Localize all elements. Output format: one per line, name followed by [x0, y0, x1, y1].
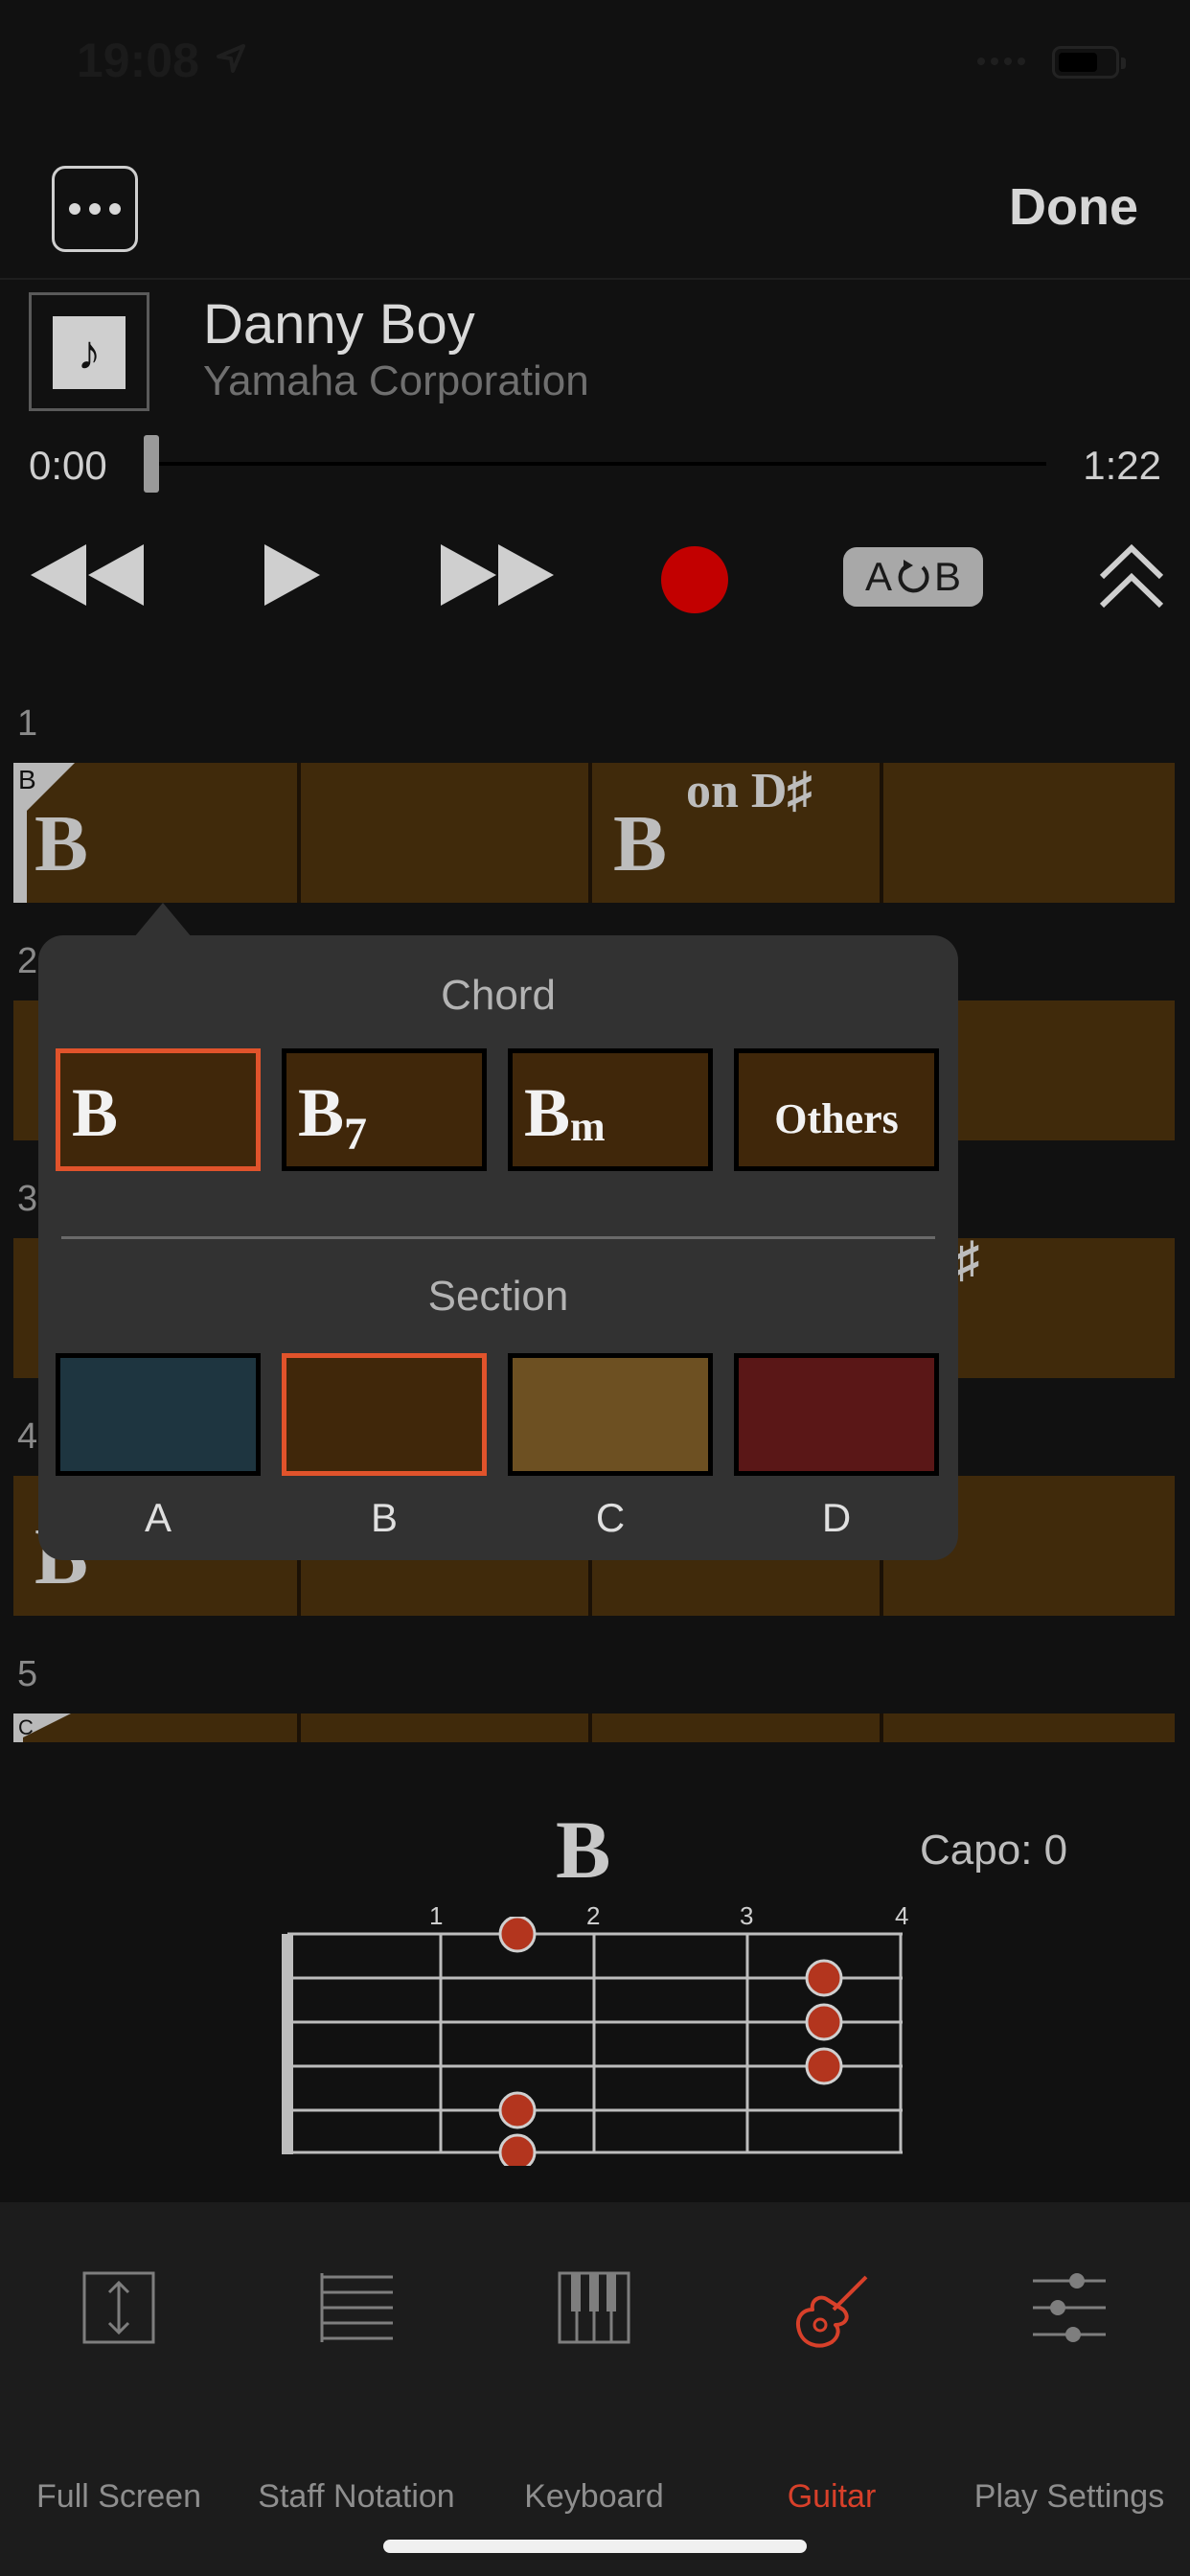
section-label: C — [595, 1495, 626, 1540]
chord-section-popover: Chord B B7 Bm Others Section A B C D — [38, 935, 958, 1560]
tab-play-settings[interactable]: Play Settings — [950, 2271, 1188, 2516]
fast-forward-button[interactable] — [441, 537, 556, 613]
row-number: 5 — [17, 1654, 38, 1694]
section-label: D — [821, 1495, 852, 1540]
song-title: Danny Boy — [203, 293, 475, 356]
tab-staff-notation[interactable]: Staff Notation — [238, 2271, 475, 2516]
chord-bass-label: on D♯ — [686, 764, 812, 818]
chord-option-suffix: 7 — [344, 1109, 368, 1160]
done-button[interactable]: Done — [1009, 177, 1138, 237]
progress-thumb[interactable] — [144, 435, 159, 493]
signal-icon — [977, 58, 1025, 65]
chord-label: B — [34, 799, 89, 888]
section-marker: C — [18, 1715, 34, 1739]
chord-option-label: B — [524, 1074, 571, 1151]
section-swatch-b[interactable] — [282, 1353, 487, 1476]
chord-label: B — [613, 799, 668, 888]
collapse-up-icon[interactable] — [1098, 542, 1165, 611]
row-number: 4 — [17, 1416, 38, 1457]
chord-option-label: B — [72, 1074, 119, 1151]
section-marker: B — [18, 765, 36, 794]
tab-label: Full Screen — [36, 2478, 201, 2515]
chord-option-b7[interactable]: B7 — [282, 1048, 487, 1171]
header-divider — [0, 278, 1190, 280]
keyboard-icon — [558, 2271, 630, 2344]
tab-full-screen[interactable]: Full Screen — [0, 2271, 238, 2516]
guitar-icon — [796, 2275, 868, 2348]
section-label: A — [144, 1495, 172, 1540]
home-indicator[interactable] — [383, 2540, 807, 2553]
record-button[interactable] — [661, 546, 728, 613]
row-number: 2 — [17, 941, 38, 981]
song-artist: Yamaha Corporation — [203, 357, 589, 404]
elapsed-time: 0:00 — [29, 443, 107, 488]
loop-icon — [898, 560, 929, 593]
chord-option-bm[interactable]: Bm — [508, 1048, 713, 1171]
chord-bar-row-5[interactable]: C — [13, 1714, 1175, 1742]
progress-track[interactable] — [144, 462, 1046, 466]
row-number: 3 — [17, 1179, 38, 1219]
chord-option-suffix: m — [570, 1103, 606, 1150]
popover-arrow — [134, 903, 192, 937]
full-screen-icon — [82, 2271, 155, 2344]
section-label: B — [370, 1495, 398, 1540]
location-arrow-icon — [217, 44, 245, 73]
row-number: 1 — [17, 703, 38, 744]
chord-option-label: Others — [774, 1095, 899, 1142]
tab-keyboard[interactable]: Keyboard — [475, 2271, 713, 2516]
capo-label: Capo: 0 — [920, 1827, 1068, 1874]
play-settings-icon — [1033, 2273, 1106, 2342]
chord-bar-row-1[interactable]: B B B on D♯ — [13, 763, 1175, 903]
tab-label: Keyboard — [524, 2478, 664, 2515]
section-swatch-c[interactable] — [508, 1353, 713, 1476]
tab-label: Staff Notation — [258, 2478, 455, 2515]
chord-option-label: B — [298, 1074, 345, 1151]
play-button[interactable] — [261, 537, 322, 613]
music-note-icon: ♪ — [53, 316, 126, 389]
song-artwork: ♪ — [29, 292, 149, 411]
chord-heading: Chord — [441, 972, 556, 1019]
battery-icon — [1052, 46, 1126, 79]
status-time: 19:08 — [77, 34, 199, 87]
section-swatch-d[interactable] — [734, 1353, 939, 1476]
total-time: 1:22 — [1083, 443, 1161, 488]
tab-guitar[interactable]: Guitar — [713, 2271, 950, 2516]
staff-notation-icon — [320, 2273, 393, 2342]
diagram-chord-name: B — [556, 1804, 611, 1896]
tab-label: Play Settings — [973, 2478, 1165, 2515]
section-swatch-a[interactable] — [56, 1353, 261, 1476]
popover-divider — [61, 1236, 935, 1239]
chord-option-others[interactable]: Others — [734, 1048, 939, 1171]
ab-label-a: A — [864, 554, 892, 599]
ab-label-b: B — [934, 554, 962, 599]
ab-repeat-button[interactable]: A B — [843, 547, 983, 607]
more-options-button[interactable] — [52, 166, 138, 252]
section-heading: Section — [427, 1273, 569, 1320]
chord-option-b[interactable]: B — [56, 1048, 261, 1171]
rewind-button[interactable] — [29, 537, 144, 613]
tab-label: Guitar — [787, 2478, 877, 2515]
guitar-chord-diagram — [282, 1917, 903, 2166]
